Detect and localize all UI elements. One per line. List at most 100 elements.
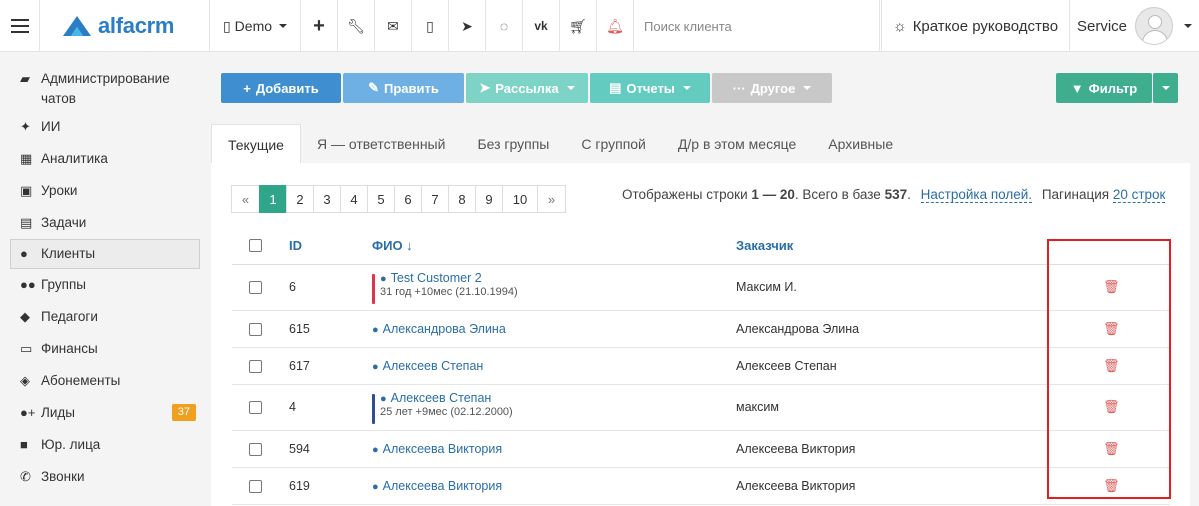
filter-icon: ▼ (1070, 80, 1084, 96)
client-name-link[interactable]: ● Алексеева Виктория (372, 442, 502, 456)
filter-dropdown-button[interactable] (1153, 73, 1178, 103)
sidebar-item-chats[interactable]: ▰ Администрирование чатов (0, 53, 210, 115)
menu-button[interactable] (0, 0, 40, 52)
client-name-link[interactable]: ● Test Customer 2 (380, 271, 518, 285)
info-text: Отображены строки (622, 187, 752, 202)
search-input[interactable] (644, 18, 864, 34)
page-prev[interactable]: « (231, 185, 260, 213)
row-checkbox[interactable] (249, 480, 262, 493)
page-9[interactable]: 9 (475, 185, 503, 213)
sidebar-item-ai[interactable]: ✦ ИИ (0, 115, 210, 143)
add-button[interactable]: + Добавить (221, 73, 341, 103)
tab-birthdays[interactable]: Д/р в этом месяце (662, 124, 812, 164)
tab-responsible[interactable]: Я — ответственный (301, 124, 461, 164)
trash-icon[interactable]: 🗑︎ (1103, 279, 1120, 295)
row-checkbox[interactable] (249, 360, 262, 373)
logo[interactable]: alfacrm (40, 0, 210, 52)
branch-selector[interactable]: ▯ Demo (210, 0, 301, 52)
reports-button[interactable]: ▤ Отчеты (590, 73, 710, 103)
mobile-button[interactable]: ▯ (412, 0, 449, 52)
sidebar-item-lessons[interactable]: ▣ Уроки (0, 175, 210, 207)
page-6[interactable]: 6 (394, 185, 422, 213)
sidebar-item-calls[interactable]: ✆ Звонки (0, 461, 210, 493)
client-name-link[interactable]: ● Алексеев Степан (380, 391, 513, 405)
row-checkbox[interactable] (249, 281, 262, 294)
table-row[interactable]: 615 ● Александрова Элина Александрова Эли… (232, 311, 1170, 348)
col-id[interactable]: ID (289, 238, 302, 253)
mail-button[interactable]: ✉ (375, 0, 412, 52)
row-checkbox[interactable] (249, 401, 262, 414)
tab-with-group[interactable]: С группой (565, 124, 662, 164)
client-name-link[interactable]: ● Александрова Элина (372, 322, 506, 336)
trash-icon[interactable]: 🗑︎ (1103, 441, 1120, 457)
page-3[interactable]: 3 (313, 185, 341, 213)
client-name-link[interactable]: ● Алексеева Виктория (372, 479, 502, 493)
page-10[interactable]: 10 (502, 185, 538, 213)
page-4[interactable]: 4 (340, 185, 368, 213)
page-size-link[interactable]: 20 строк (1112, 187, 1166, 203)
clipboard-icon: ▤ (20, 215, 33, 230)
pagination-label: Пагинация (1041, 187, 1110, 202)
table-row[interactable]: 617 ● Алексеев Степан Алексеев Степан 🗑︎ (232, 348, 1170, 385)
cart-button[interactable]: 🛒︎ (560, 0, 597, 52)
sidebar-item-label: Юр. лица (41, 437, 101, 452)
sidebar-item-clients[interactable]: ● Клиенты (10, 239, 200, 269)
leads-count-badge: 37 (171, 404, 196, 421)
logo-text: alfacrm (98, 13, 175, 38)
edit-button[interactable]: ✎ Править (343, 73, 464, 103)
client-name-link[interactable]: ● Алексеев Степан (372, 359, 483, 373)
graduation-icon: ◆ (20, 309, 30, 324)
plus-button[interactable]: + (301, 0, 338, 52)
row-checkbox[interactable] (249, 323, 262, 336)
sidebar-item-label: ИИ (41, 119, 61, 134)
page-7[interactable]: 7 (421, 185, 449, 213)
filter-button[interactable]: ▼ Фильтр (1056, 73, 1152, 103)
tab-archive[interactable]: Архивные (812, 124, 909, 164)
tab-current[interactable]: Текущие (211, 124, 301, 164)
notifications-button[interactable]: 🔔︎ (597, 0, 634, 52)
col-name[interactable]: ФИО ↓ (372, 238, 413, 253)
wrench-button[interactable]: 🔧︎ (338, 0, 375, 52)
client-tabs: Текущие Я — ответственный Без группы С г… (211, 124, 909, 164)
user-icon: ● (372, 361, 379, 373)
guide-link[interactable]: ☼ Краткое руководство (881, 0, 1070, 52)
page-8[interactable]: 8 (448, 185, 476, 213)
table-row[interactable]: 619 ● Алексеева Виктория Алексеева Виктор… (232, 468, 1170, 505)
sidebar-item-label: Группы (41, 277, 86, 292)
whatsapp-button[interactable]: ◌ (486, 0, 523, 52)
sidebar-item-teachers[interactable]: ◆ Педагоги (0, 301, 210, 333)
select-all-checkbox[interactable] (249, 239, 262, 252)
sidebar-item-finance[interactable]: ▭ Финансы (0, 333, 210, 365)
sidebar-item-subscriptions[interactable]: ◈ Абонементы (0, 365, 210, 397)
page-5[interactable]: 5 (367, 185, 395, 213)
user-menu[interactable]: Service (1070, 0, 1199, 52)
page-2[interactable]: 2 (286, 185, 314, 213)
page-1[interactable]: 1 (259, 185, 287, 213)
row-checkbox[interactable] (249, 443, 262, 456)
telegram-button[interactable]: ➤ (449, 0, 486, 52)
page-next[interactable]: » (537, 185, 566, 213)
sidebar-item-analytics[interactable]: ▦ Аналитика (0, 143, 210, 175)
sidebar-item-label: Задачи (41, 215, 87, 230)
tab-no-group[interactable]: Без группы (461, 124, 565, 164)
sidebar-item-tasks[interactable]: ▤ Задачи (0, 207, 210, 239)
user-name: Service (1076, 17, 1128, 35)
sidebar-item-leads[interactable]: ●+ Лиды 37 (0, 397, 210, 429)
vk-button[interactable]: vk (523, 0, 560, 52)
client-name: Алексеев Степан (390, 391, 492, 405)
table-row[interactable]: 4 ● Алексеев Степан 25 лет +9мес (02.12.2… (232, 385, 1170, 431)
sidebar-item-legal-entities[interactable]: ■ Юр. лица (0, 429, 210, 461)
sidebar-item-groups[interactable]: ●● Группы (0, 269, 210, 301)
other-button[interactable]: ··· Другое (712, 73, 832, 103)
col-customer[interactable]: Заказчик (736, 238, 793, 253)
table-row[interactable]: 594 ● Алексеева Виктория Алексеева Виктор… (232, 431, 1170, 468)
table-row[interactable]: 6 ● Test Customer 2 31 год +10мес (21.10.… (232, 265, 1170, 311)
trash-icon[interactable]: 🗑︎ (1103, 321, 1120, 337)
mailing-button[interactable]: ➤ Рассылка (466, 73, 588, 103)
users-icon: ●● (20, 277, 36, 292)
trash-icon[interactable]: 🗑︎ (1103, 478, 1120, 494)
trash-icon[interactable]: 🗑︎ (1103, 358, 1120, 374)
client-search[interactable] (634, 0, 880, 52)
trash-icon[interactable]: 🗑︎ (1103, 399, 1120, 415)
field-settings-link[interactable]: Настройка полей. (920, 187, 1033, 203)
